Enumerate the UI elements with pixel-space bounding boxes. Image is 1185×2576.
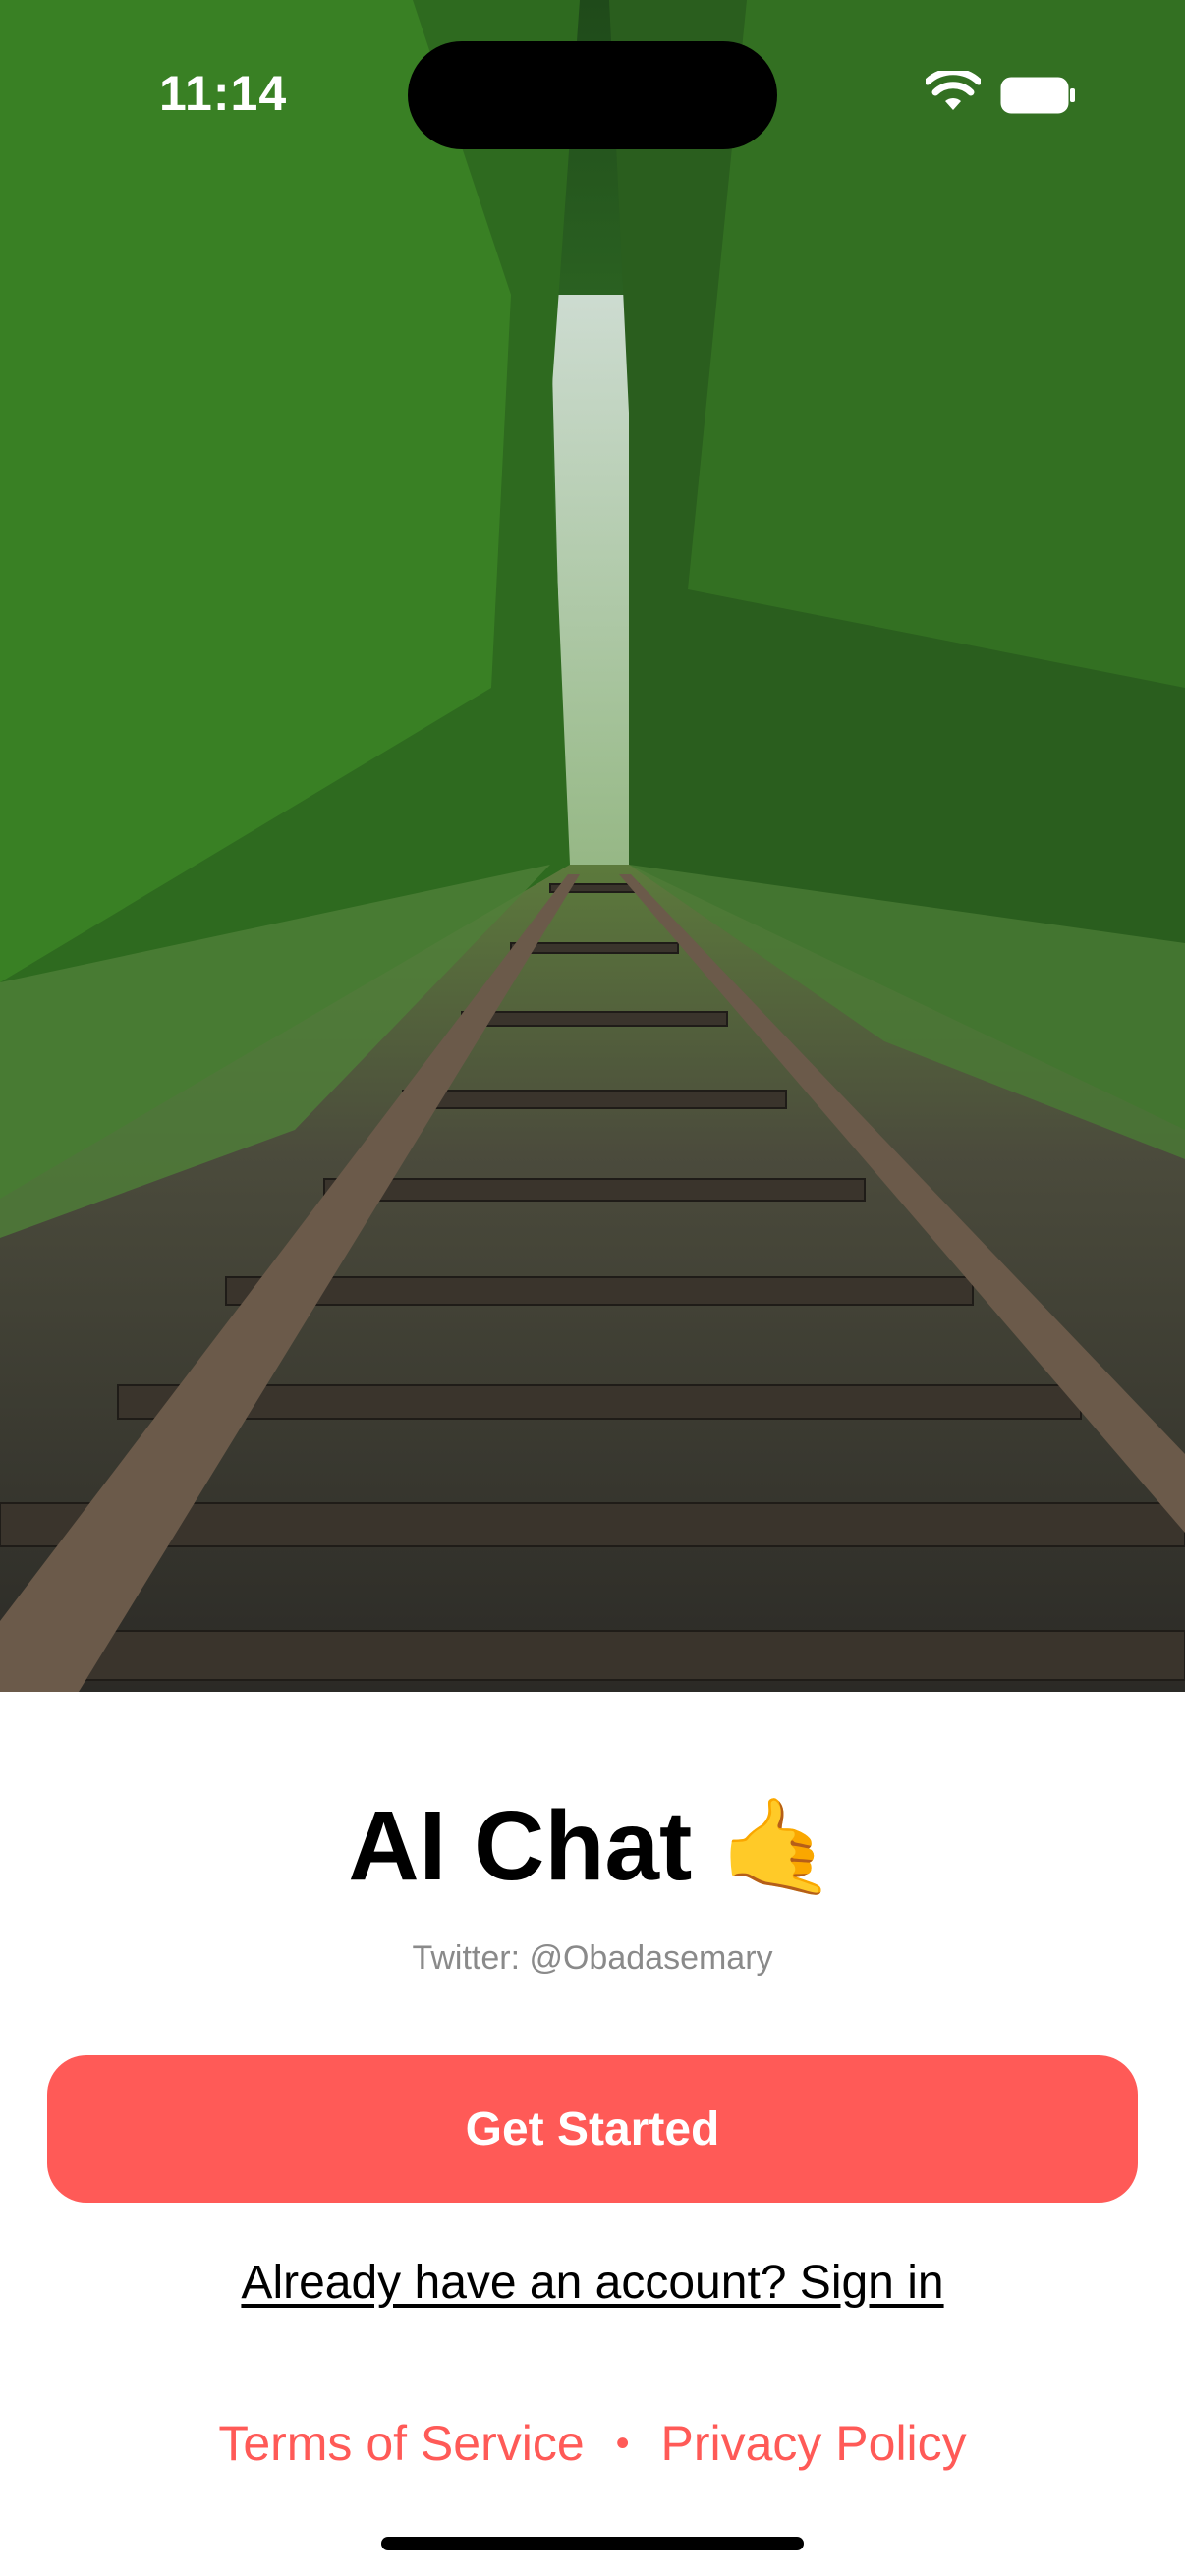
hero-image [0,0,1185,1692]
railway-photo [0,0,1185,1692]
sign-in-link[interactable]: Already have an account? Sign in [0,2256,1185,2310]
app-title: AI Chat 🤙 [0,1790,1185,1903]
privacy-policy-link[interactable]: Privacy Policy [660,2416,966,2471]
legal-links: Terms of Service • Privacy Policy [0,2415,1185,2472]
status-time: 11:14 [159,66,288,121]
legal-separator: • [615,2422,630,2465]
battery-icon [1000,77,1075,114]
call-me-hand-icon: 🤙 [719,1795,837,1900]
sign-in-link-label[interactable]: Already have an account? Sign in [241,2257,943,2309]
terms-of-service-link[interactable]: Terms of Service [218,2416,584,2471]
dynamic-island [408,41,777,149]
twitter-handle: Twitter: @Obadasemary [412,1939,773,1977]
get-started-button[interactable]: Get Started [47,2055,1138,2203]
app-title-text: AI Chat [348,1791,693,1901]
home-indicator[interactable] [381,2537,804,2550]
wifi-icon [926,71,981,110]
